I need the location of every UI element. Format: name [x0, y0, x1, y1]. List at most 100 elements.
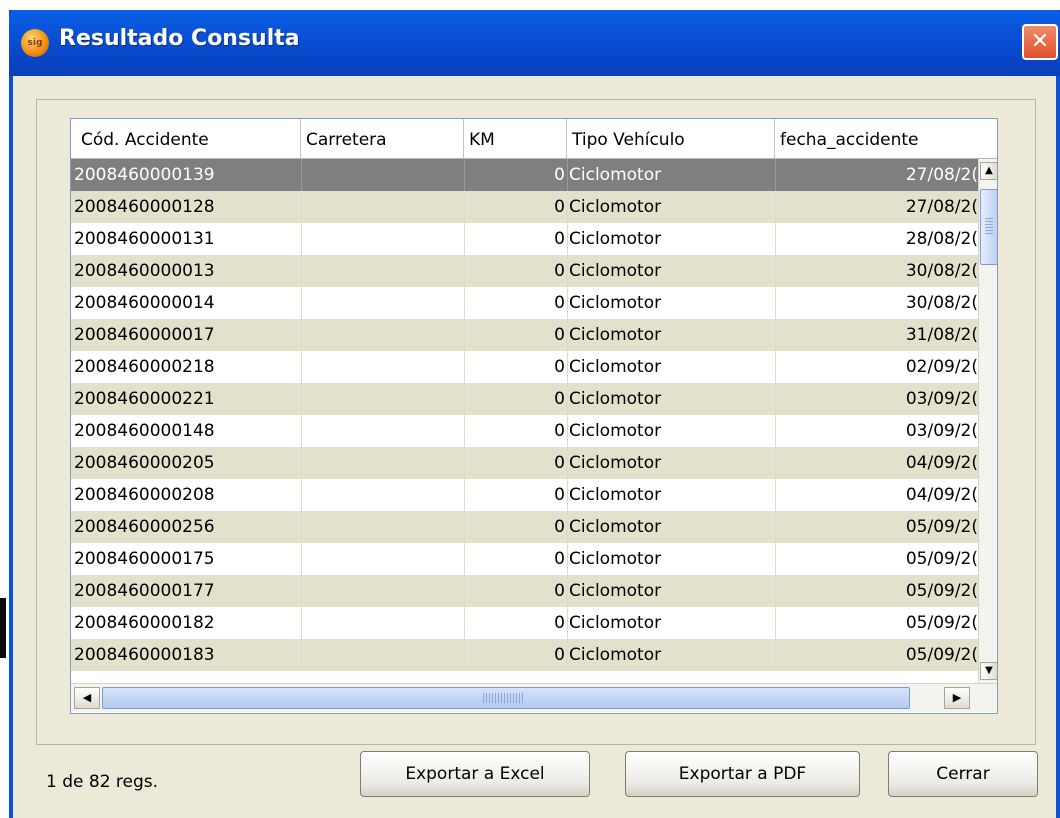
cell-cod-accidente: 2008460000177 [74, 581, 215, 601]
arrow-down-icon[interactable]: ▼ [980, 662, 997, 680]
cell-fecha-accidente: 30/08/2( [775, 255, 978, 287]
table-row[interactable]: 2008460000013 0 Ciclomotor 30/08/2( [71, 255, 978, 287]
cell-fecha-accidente: 27/08/2( [775, 159, 978, 191]
results-table: Cód. Accidente Carretera KM Tipo Vehícul… [70, 118, 998, 714]
cell-km: 0 [464, 639, 567, 671]
cell-carretera [301, 511, 464, 543]
cell-km: 0 [464, 287, 567, 319]
cell-cod-accidente: 2008460000205 [74, 453, 215, 473]
close-button[interactable]: Cerrar [888, 751, 1038, 797]
cell-km: 0 [464, 575, 567, 607]
table-row[interactable]: 2008460000256 0 Ciclomotor 05/09/2( [71, 511, 978, 543]
table-row[interactable]: 2008460000218 0 Ciclomotor 02/09/2( [71, 351, 978, 383]
horizontal-scroll-thumb[interactable] [102, 687, 910, 709]
window-title: Resultado Consulta [59, 26, 300, 51]
arrow-left-icon[interactable]: ◀ [74, 687, 100, 709]
export-pdf-button[interactable]: Exportar a PDF [625, 751, 860, 797]
vertical-scrollbar[interactable]: ▲ ▼ [978, 159, 997, 683]
cell-carretera [301, 415, 464, 447]
table-row[interactable]: 2008460000221 0 Ciclomotor 03/09/2( [71, 383, 978, 415]
cell-km: 0 [464, 511, 567, 543]
dialog-body: Cód. Accidente Carretera KM Tipo Vehícul… [13, 76, 1056, 818]
table-row[interactable]: 2008460000177 0 Ciclomotor 05/09/2( [71, 575, 978, 607]
table-row[interactable]: 2008460000208 0 Ciclomotor 04/09/2( [71, 479, 978, 511]
cell-km: 0 [464, 607, 567, 639]
column-header-cod-accidente[interactable]: Cód. Accidente [71, 119, 301, 159]
cell-tipo-vehiculo: Ciclomotor [567, 287, 775, 319]
cell-tipo-vehiculo: Ciclomotor [567, 191, 775, 223]
screen-edge-mark [0, 598, 6, 658]
table-row[interactable]: 2008460000017 0 Ciclomotor 31/08/2( [71, 319, 978, 351]
cell-tipo-vehiculo: Ciclomotor [567, 383, 775, 415]
title-bar[interactable]: sig Resultado Consulta ✕ [9, 10, 1060, 76]
close-icon[interactable]: ✕ [1022, 24, 1058, 60]
cell-fecha-accidente: 04/09/2( [775, 479, 978, 511]
cell-carretera [301, 607, 464, 639]
cell-fecha-accidente: 05/09/2( [775, 639, 978, 671]
table-row[interactable]: 2008460000014 0 Ciclomotor 30/08/2( [71, 287, 978, 319]
cell-km: 0 [464, 255, 567, 287]
cell-carretera [301, 543, 464, 575]
cell-carretera [301, 479, 464, 511]
table-row[interactable]: 2008460000139 0 Ciclomotor 27/08/2( [71, 159, 978, 191]
table-row[interactable]: 2008460000148 0 Ciclomotor 03/09/2( [71, 415, 978, 447]
record-count-status: 1 de 82 regs. [46, 772, 159, 792]
cell-cod-accidente: 2008460000014 [74, 293, 215, 313]
arrow-up-icon[interactable]: ▲ [980, 162, 997, 180]
table-row[interactable]: 2008460000128 0 Ciclomotor 27/08/2( [71, 191, 978, 223]
cell-cod-accidente: 2008460000131 [74, 229, 215, 249]
table-row[interactable]: 2008460000205 0 Ciclomotor 04/09/2( [71, 447, 978, 479]
cell-km: 0 [464, 415, 567, 447]
dialog-window: sig Resultado Consulta ✕ Cód. Accidente … [9, 10, 1060, 818]
table-row[interactable]: 2008460000182 0 Ciclomotor 05/09/2( [71, 607, 978, 639]
cell-cod-accidente: 2008460000013 [74, 261, 215, 281]
cell-km: 0 [464, 447, 567, 479]
cell-tipo-vehiculo: Ciclomotor [567, 319, 775, 351]
cell-km: 0 [464, 543, 567, 575]
cell-cod-accidente: 2008460000256 [74, 517, 215, 537]
cell-carretera [301, 191, 464, 223]
table-row[interactable]: 2008460000183 0 Ciclomotor 05/09/2( [71, 639, 978, 671]
cell-fecha-accidente: 03/09/2( [775, 383, 978, 415]
arrow-right-icon[interactable]: ▶ [944, 687, 970, 709]
horizontal-scrollbar[interactable]: ◀ ▶ [71, 683, 997, 712]
cell-cod-accidente: 2008460000017 [74, 325, 215, 345]
cell-fecha-accidente: 03/09/2( [775, 415, 978, 447]
column-header-km[interactable]: KM [464, 119, 567, 159]
cell-carretera [301, 639, 464, 671]
cell-carretera [301, 287, 464, 319]
cell-carretera [301, 255, 464, 287]
cell-tipo-vehiculo: Ciclomotor [567, 255, 775, 287]
cell-tipo-vehiculo: Ciclomotor [567, 223, 775, 255]
cell-km: 0 [464, 159, 567, 191]
cell-cod-accidente: 2008460000182 [74, 613, 215, 633]
export-excel-button[interactable]: Exportar a Excel [360, 751, 590, 797]
cell-km: 0 [464, 351, 567, 383]
table-row[interactable]: 2008460000131 0 Ciclomotor 28/08/2( [71, 223, 978, 255]
cell-carretera [301, 383, 464, 415]
cell-cod-accidente: 2008460000139 [74, 165, 215, 185]
cell-fecha-accidente: 02/09/2( [775, 351, 978, 383]
cell-fecha-accidente: 05/09/2( [775, 575, 978, 607]
cell-km: 0 [464, 191, 567, 223]
cell-cod-accidente: 2008460000221 [74, 389, 215, 409]
cell-carretera [301, 223, 464, 255]
vertical-scroll-thumb[interactable] [980, 189, 997, 265]
cell-tipo-vehiculo: Ciclomotor [567, 575, 775, 607]
cell-fecha-accidente: 28/08/2( [775, 223, 978, 255]
cell-tipo-vehiculo: Ciclomotor [567, 447, 775, 479]
table-header: Cód. Accidente Carretera KM Tipo Vehícul… [71, 119, 997, 159]
column-header-tipo-vehiculo[interactable]: Tipo Vehículo [567, 119, 775, 159]
column-header-fecha-accidente[interactable]: fecha_accidente [775, 119, 997, 159]
cell-tipo-vehiculo: Ciclomotor [567, 607, 775, 639]
cell-cod-accidente: 2008460000175 [74, 549, 215, 569]
cell-carretera [301, 319, 464, 351]
cell-carretera [301, 575, 464, 607]
cell-cod-accidente: 2008460000208 [74, 485, 215, 505]
column-header-carretera[interactable]: Carretera [301, 119, 464, 159]
cell-fecha-accidente: 31/08/2( [775, 319, 978, 351]
app-orb-icon: sig [21, 29, 49, 57]
table-row[interactable]: 2008460000175 0 Ciclomotor 05/09/2( [71, 543, 978, 575]
cell-km: 0 [464, 223, 567, 255]
cell-km: 0 [464, 319, 567, 351]
